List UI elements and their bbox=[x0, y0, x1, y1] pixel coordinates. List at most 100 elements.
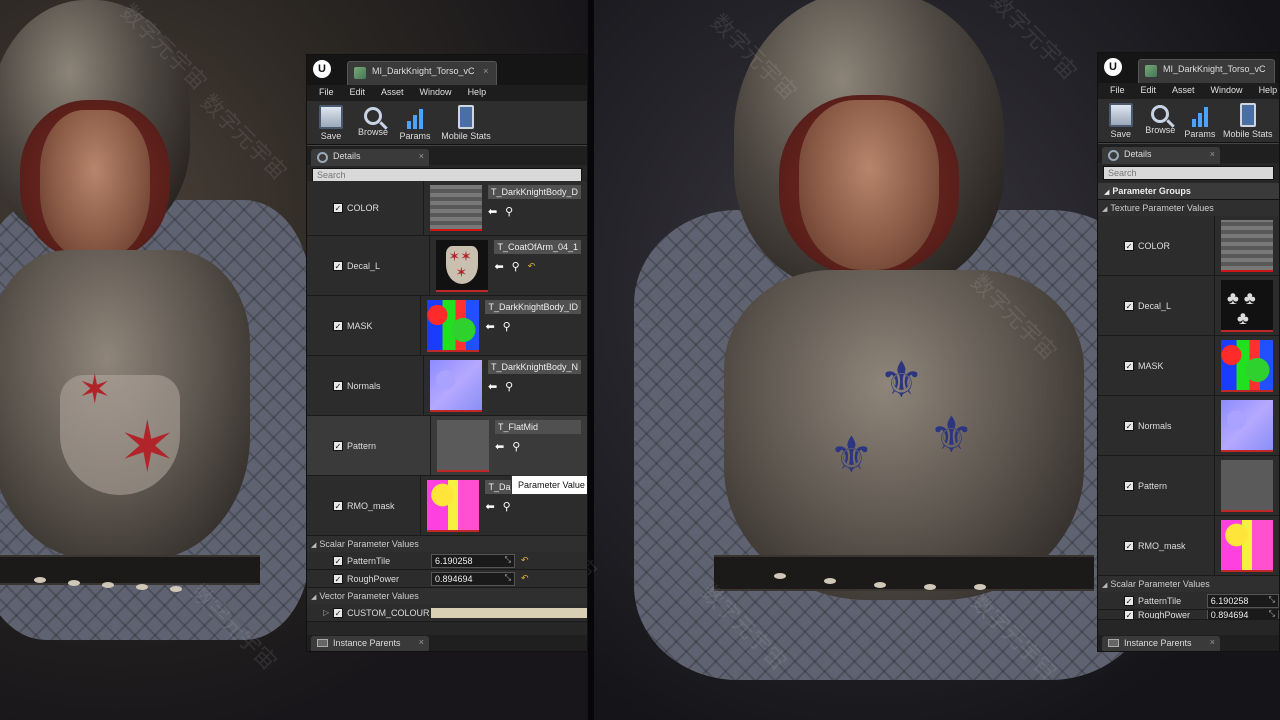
texture-thumbnail[interactable] bbox=[427, 480, 480, 532]
use-selected-arrow-icon[interactable]: ⬅ bbox=[485, 500, 494, 513]
texture-thumbnail[interactable] bbox=[1221, 220, 1273, 272]
magnifier-icon bbox=[317, 152, 328, 163]
texture-thumbnail[interactable] bbox=[1221, 400, 1273, 452]
reset-arrow-icon[interactable]: ↶ bbox=[521, 555, 529, 566]
browse-magnifier-icon[interactable]: ⚲ bbox=[503, 500, 511, 513]
mobile-icon bbox=[1239, 103, 1256, 127]
details-tab[interactable]: Details × bbox=[1102, 147, 1220, 164]
params-button[interactable]: Params bbox=[395, 103, 435, 142]
texture-thumbnail[interactable]: ✶✶ ✶ bbox=[436, 240, 489, 292]
parameter-groups-header[interactable]: ◢ Parameter Groups bbox=[1098, 183, 1279, 200]
texture-name[interactable]: T_DarkKnightBody_D bbox=[487, 185, 581, 199]
texture-name[interactable]: T_DarkKnightBody_ID bbox=[485, 300, 581, 314]
color-swatch[interactable] bbox=[431, 607, 587, 618]
use-selected-arrow-icon[interactable]: ⬅ bbox=[485, 320, 494, 333]
vector-section-header[interactable]: ◢ Vector Parameter Values bbox=[307, 588, 587, 604]
checkbox[interactable]: ✓ bbox=[333, 260, 343, 271]
texture-row-mask: ✓ MASK bbox=[1098, 336, 1279, 396]
mobile-stats-button[interactable]: Mobile Stats bbox=[437, 103, 495, 142]
checkbox[interactable]: ✓ bbox=[1124, 610, 1134, 619]
checkbox[interactable]: ✓ bbox=[333, 500, 343, 511]
use-selected-arrow-icon[interactable]: ⬅ bbox=[488, 380, 497, 393]
menu-edit[interactable]: Edit bbox=[1133, 83, 1165, 99]
instance-parents-tab[interactable]: Instance Parents × bbox=[1102, 636, 1220, 651]
menu-window[interactable]: Window bbox=[412, 85, 460, 101]
search-input[interactable]: Search bbox=[1103, 166, 1274, 180]
checkbox[interactable]: ✓ bbox=[333, 607, 344, 618]
checkbox[interactable]: ✓ bbox=[1124, 595, 1134, 606]
menu-file[interactable]: File bbox=[311, 85, 342, 101]
browse-magnifier-icon[interactable]: ⚲ bbox=[505, 205, 513, 218]
save-button[interactable]: Save bbox=[1102, 101, 1140, 140]
checkbox[interactable]: ✓ bbox=[1124, 360, 1134, 371]
texture-thumbnail[interactable] bbox=[427, 300, 480, 352]
checkbox[interactable]: ✓ bbox=[1124, 540, 1134, 551]
checkbox[interactable]: ✓ bbox=[333, 380, 343, 391]
close-icon[interactable]: × bbox=[1210, 637, 1215, 647]
close-icon[interactable]: × bbox=[419, 637, 424, 647]
menu-asset[interactable]: Asset bbox=[373, 85, 412, 101]
browse-button[interactable]: Browse bbox=[1142, 101, 1180, 140]
close-icon[interactable]: × bbox=[419, 151, 424, 161]
scalar-section-header[interactable]: ◢ Scalar Parameter Values bbox=[1098, 576, 1279, 592]
reset-arrow-icon[interactable]: ↶ bbox=[528, 261, 536, 272]
use-selected-arrow-icon[interactable]: ⬅ bbox=[495, 440, 504, 453]
details-tab-label: Details bbox=[333, 151, 361, 161]
menu-file[interactable]: File bbox=[1102, 83, 1133, 99]
browse-magnifier-icon[interactable]: ⚲ bbox=[505, 380, 513, 393]
checkbox[interactable]: ✓ bbox=[1124, 420, 1134, 431]
texture-thumbnail[interactable] bbox=[429, 185, 482, 231]
texture-section-header[interactable]: ◢ Texture Parameter Values bbox=[1098, 200, 1279, 216]
checkbox[interactable]: ✓ bbox=[333, 573, 343, 584]
close-icon[interactable]: × bbox=[1210, 149, 1215, 159]
texture-thumbnail[interactable] bbox=[429, 360, 482, 412]
document-tab[interactable]: MI_DarkKnight_Torso_vC bbox=[1138, 59, 1275, 83]
checkbox[interactable]: ✓ bbox=[1124, 300, 1134, 311]
checkbox[interactable]: ✓ bbox=[333, 203, 343, 213]
patterntile-input[interactable]: 6.190258 bbox=[1206, 593, 1279, 608]
roughpower-input[interactable]: 0.894694 bbox=[1206, 610, 1279, 619]
browse-magnifier-icon[interactable]: ⚲ bbox=[512, 260, 520, 273]
texture-thumbnail[interactable] bbox=[1221, 520, 1273, 572]
menu-help[interactable]: Help bbox=[460, 85, 495, 101]
params-button[interactable]: Params bbox=[1181, 101, 1219, 140]
texture-name[interactable]: T_CoatOfArm_04_1 bbox=[494, 240, 581, 254]
roughpower-input[interactable]: 0.894694 bbox=[431, 571, 515, 586]
scalar-section-header[interactable]: ◢ Scalar Parameter Values bbox=[307, 536, 587, 552]
browse-magnifier-icon[interactable]: ⚲ bbox=[503, 320, 511, 333]
details-tab[interactable]: Details × bbox=[311, 149, 429, 166]
texture-thumbnail[interactable]: ♣ ♣ ♣ bbox=[1221, 280, 1273, 332]
texture-thumbnail[interactable] bbox=[437, 420, 489, 472]
checkbox[interactable]: ✓ bbox=[333, 320, 343, 331]
mobile-stats-button[interactable]: Mobile Stats bbox=[1221, 101, 1275, 140]
browse-button[interactable]: Browse bbox=[353, 103, 393, 142]
search-input[interactable]: Search bbox=[312, 168, 582, 182]
menu-help[interactable]: Help bbox=[1251, 83, 1279, 99]
texture-thumbnail[interactable] bbox=[1221, 460, 1273, 512]
patterntile-input[interactable]: 6.190258 bbox=[431, 553, 515, 568]
checkbox[interactable]: ✓ bbox=[1124, 480, 1134, 491]
checkbox[interactable]: ✓ bbox=[1124, 240, 1134, 251]
checkbox[interactable]: ✓ bbox=[333, 555, 343, 566]
browse-magnifier-icon[interactable]: ⚲ bbox=[512, 440, 520, 453]
texture-name[interactable]: T_DarkKnightBody_N bbox=[487, 360, 581, 374]
use-selected-arrow-icon[interactable]: ⬅ bbox=[494, 260, 503, 273]
instance-parents-tab[interactable]: Instance Parents × bbox=[311, 636, 429, 651]
magnifier-icon bbox=[364, 107, 382, 125]
close-icon[interactable]: × bbox=[483, 66, 488, 76]
mobile-stats-label: Mobile Stats bbox=[441, 131, 491, 141]
expand-arrow-icon[interactable]: ▷ bbox=[323, 608, 329, 617]
menu-window[interactable]: Window bbox=[1203, 83, 1251, 99]
face bbox=[40, 110, 150, 260]
save-button[interactable]: Save bbox=[311, 103, 351, 142]
checkbox[interactable]: ✓ bbox=[333, 440, 343, 451]
menu-edit[interactable]: Edit bbox=[342, 85, 374, 101]
document-tab[interactable]: MI_DarkKnight_Torso_vC × bbox=[347, 61, 498, 85]
use-selected-arrow-icon[interactable]: ⬅ bbox=[488, 205, 497, 218]
param-label: MASK bbox=[1138, 360, 1164, 371]
menu-asset[interactable]: Asset bbox=[1164, 83, 1203, 99]
texture-thumbnail[interactable] bbox=[1221, 340, 1273, 392]
texture-name[interactable]: T_FlatMid bbox=[495, 420, 581, 434]
instance-parents-label: Instance Parents bbox=[333, 638, 401, 648]
reset-arrow-icon[interactable]: ↶ bbox=[521, 573, 529, 584]
